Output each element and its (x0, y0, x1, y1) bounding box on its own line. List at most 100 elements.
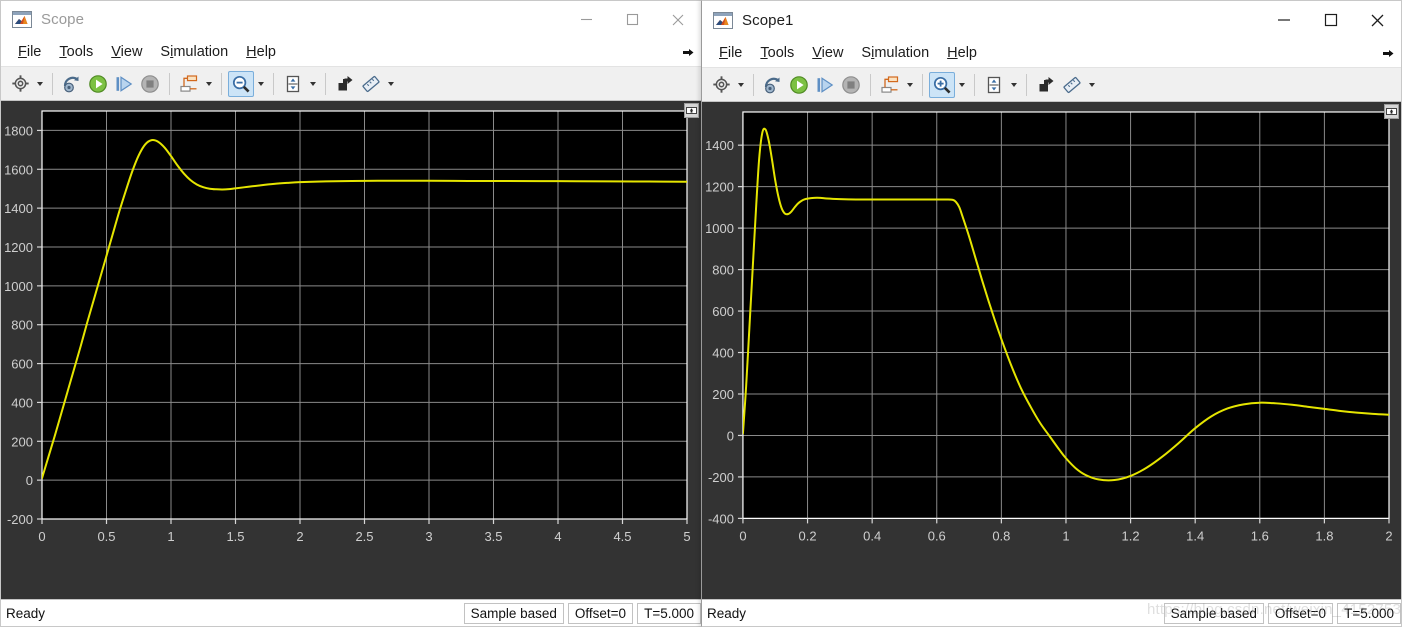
menu-file[interactable]: File (10, 42, 51, 63)
minimize-button[interactable] (1260, 1, 1307, 39)
signal-selector-dropdown-icon[interactable] (202, 72, 215, 96)
svg-text:1400: 1400 (4, 201, 33, 216)
close-button[interactable] (655, 1, 701, 38)
minimize-button[interactable] (563, 1, 609, 38)
svg-text:-200: -200 (7, 512, 33, 527)
menu-help[interactable]: Help (238, 42, 286, 63)
close-button[interactable] (1354, 1, 1401, 39)
maximize-button[interactable] (609, 1, 655, 38)
menu-help[interactable]: Help (939, 43, 987, 64)
status-text: Ready (6, 605, 46, 621)
status-offset: Offset=0 (567, 602, 634, 624)
svg-text:1000: 1000 (4, 279, 33, 294)
window-controls (1260, 1, 1401, 39)
matlab-app-icon (12, 11, 32, 28)
title-bar[interactable]: Scope (1, 1, 701, 39)
step-forward-icon[interactable] (111, 71, 137, 97)
step-forward-icon[interactable] (812, 72, 838, 98)
autoscale-icon[interactable] (280, 71, 306, 97)
svg-text:0: 0 (739, 528, 746, 543)
scope1-plot-area[interactable]: -400 -200 0 200 400 600 800 1000 1200 1400 0 0.2 0.4… (702, 102, 1401, 599)
toolbar-separator (273, 72, 274, 95)
signal-selector-dropdown-icon[interactable] (903, 73, 916, 97)
run-icon[interactable] (85, 71, 111, 97)
svg-text:400: 400 (11, 395, 33, 410)
status-cells: Sample based Offset=0 T=5.000 (1160, 602, 1401, 624)
scale-axes-limits-icon[interactable] (332, 71, 358, 97)
toolbar-separator (870, 73, 871, 96)
menu-file[interactable]: File (711, 43, 752, 64)
run-icon[interactable] (786, 72, 812, 98)
menu-view[interactable]: View (103, 42, 152, 63)
svg-text:4.5: 4.5 (613, 529, 631, 544)
autoscale-dropdown-icon[interactable] (306, 72, 319, 96)
scope1-window[interactable]: Scope1 File Tools View Simulation Help -… (701, 0, 1402, 627)
autoscale-dropdown-icon[interactable] (1007, 73, 1020, 97)
svg-text:2.5: 2.5 (355, 529, 373, 544)
svg-text:1800: 1800 (4, 123, 33, 138)
configuration-properties-icon[interactable] (7, 71, 33, 97)
menu-simulation[interactable]: Simulation (152, 42, 238, 63)
legend-toggle-button[interactable] (1384, 104, 1399, 119)
measurements-dropdown-icon[interactable] (1085, 73, 1098, 97)
svg-text:200: 200 (11, 434, 33, 449)
zoom-dropdown-icon[interactable] (955, 73, 968, 97)
signal-selector-icon[interactable] (176, 71, 202, 97)
maximize-button[interactable] (1307, 1, 1354, 39)
legend-toggle-button[interactable] (684, 103, 699, 118)
svg-text:2: 2 (296, 529, 303, 544)
menu-tools[interactable]: Tools (51, 42, 103, 63)
toolbar-separator (753, 73, 754, 96)
toolbar-separator (974, 73, 975, 96)
svg-text:400: 400 (712, 346, 734, 361)
svg-text:1.6: 1.6 (1251, 528, 1269, 543)
scope-window[interactable]: Scope File Tools View Simulation Help -2… (0, 0, 702, 627)
svg-text:1.2: 1.2 (1122, 528, 1140, 543)
window-title: Scope (41, 11, 85, 28)
toolbar (1, 66, 701, 101)
menu-view[interactable]: View (804, 43, 853, 64)
scope1-axes: -400 -200 0 200 400 600 800 1000 1200 1400 0 0.2 0.4… (702, 102, 1401, 567)
svg-text:0.4: 0.4 (863, 528, 881, 543)
svg-text:0: 0 (26, 473, 33, 488)
status-text: Ready (707, 605, 747, 621)
stop-icon[interactable] (137, 71, 163, 97)
menu-overflow-icon[interactable] (681, 46, 695, 60)
toolbar-separator (52, 72, 53, 95)
status-offset: Offset=0 (1267, 602, 1334, 624)
svg-text:1: 1 (1062, 528, 1069, 543)
measurements-icon[interactable] (1059, 72, 1085, 98)
signal-selector-icon[interactable] (877, 72, 903, 98)
scale-axes-limits-icon[interactable] (1033, 72, 1059, 98)
matlab-app-icon (713, 11, 733, 29)
svg-text:0: 0 (727, 428, 734, 443)
update-diagram-icon[interactable] (59, 71, 85, 97)
zoom-dropdown-icon[interactable] (254, 72, 267, 96)
update-diagram-icon[interactable] (760, 72, 786, 98)
scope-plot-area[interactable]: -200 0 200 400 600 800 1000 1200 1400 1600 1800 0 0.… (1, 101, 701, 599)
configuration-properties-icon[interactable] (708, 72, 734, 98)
svg-text:0.6: 0.6 (928, 528, 946, 543)
stop-icon[interactable] (838, 72, 864, 98)
status-time: T=5.000 (637, 602, 701, 624)
svg-text:1000: 1000 (705, 221, 734, 236)
toolbar-separator (1026, 73, 1027, 96)
autoscale-icon[interactable] (981, 72, 1007, 98)
title-bar[interactable]: Scope1 (702, 1, 1401, 40)
configuration-dropdown-icon[interactable] (734, 73, 747, 97)
measurements-icon[interactable] (358, 71, 384, 97)
configuration-dropdown-icon[interactable] (33, 72, 46, 96)
menu-tools[interactable]: Tools (752, 43, 804, 64)
svg-text:800: 800 (11, 318, 33, 333)
toolbar-separator (221, 72, 222, 95)
zoom-out-icon[interactable] (228, 70, 254, 97)
menu-overflow-icon[interactable] (1381, 47, 1395, 61)
svg-text:1.5: 1.5 (226, 529, 244, 544)
scope-axes: -200 0 200 400 600 800 1000 1200 1400 1600 1800 0 0.… (1, 101, 701, 567)
svg-text:1.8: 1.8 (1315, 528, 1333, 543)
svg-text:1200: 1200 (705, 180, 734, 195)
measurements-dropdown-icon[interactable] (384, 72, 397, 96)
menu-simulation[interactable]: Simulation (853, 43, 939, 64)
svg-text:1200: 1200 (4, 240, 33, 255)
zoom-in-icon[interactable] (929, 71, 955, 98)
